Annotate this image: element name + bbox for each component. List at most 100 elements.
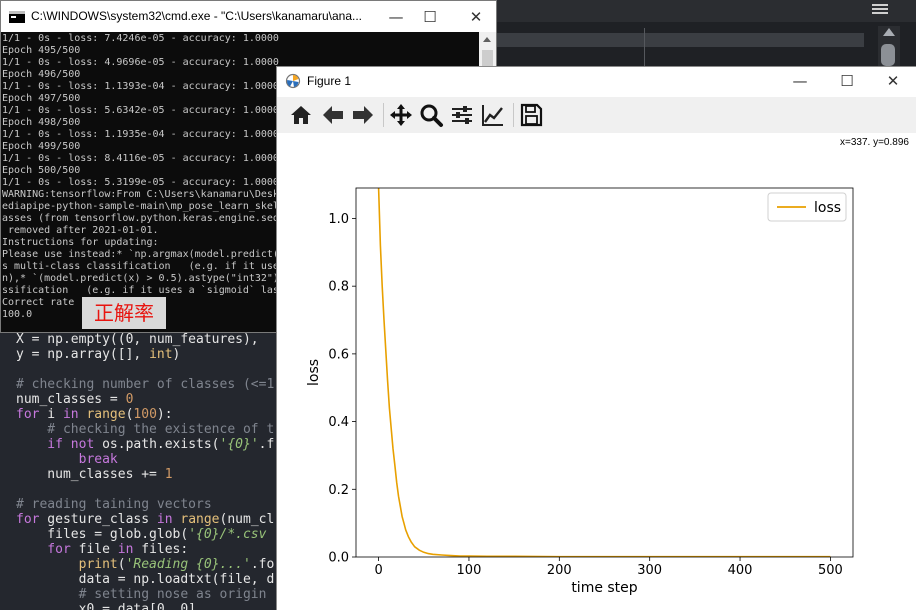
code-token: x0 = data[0, 0] <box>16 602 197 610</box>
code-token: gesture_class <box>39 512 157 527</box>
cmd-window-title: C:\WINDOWS\system32\cmd.exe - "C:\Users\… <box>31 9 363 23</box>
code-token: # checking number of classes (<=1 <box>16 377 275 392</box>
console-line: Epoch 499/500 <box>2 141 81 152</box>
code-token: for <box>16 542 71 557</box>
code-token: 0 <box>125 392 134 407</box>
accuracy-annotation-label: 正解率 <box>82 297 166 329</box>
code-token: in <box>156 512 173 527</box>
code-line: for i in range(100): <box>16 407 274 422</box>
console-line: 1/1 - 0s - loss: 8.4116e-05 - accuracy: … <box>2 153 279 164</box>
code-token: '{0}/*.csv <box>188 527 267 542</box>
code-line: break <box>16 452 274 467</box>
code-line: num_classes = 0 <box>16 392 274 407</box>
maximize-button[interactable]: ☐ <box>419 7 441 27</box>
code-token: os.path.exists( <box>94 437 220 452</box>
code-token: num_classes = <box>16 392 126 407</box>
code-token: .f <box>258 437 275 452</box>
x-tick-label: 0 <box>374 563 382 578</box>
code-token: # setting nose as origin <box>16 587 267 602</box>
console-line: 1/1 - 0s - loss: 7.4246e-05 - accuracy: … <box>2 33 279 44</box>
console-line: Epoch 496/500 <box>2 69 81 80</box>
console-line: Instructions for updating: <box>2 237 159 248</box>
code-token: file <box>70 542 118 557</box>
code-line: # checking the existence of t <box>16 422 274 437</box>
code-line: data = np.loadtxt(file, d <box>16 572 275 587</box>
code-token: .fo <box>250 557 275 572</box>
close-button[interactable]: ✕ <box>465 7 487 27</box>
console-line: 1/1 - 0s - loss: 5.3199e-05 - accuracy: … <box>2 177 279 188</box>
terminal-icon <box>9 11 25 23</box>
y-tick-label: 0.0 <box>328 551 349 566</box>
console-line: WARNING:tensorflow:From C:\Users\kanamar… <box>2 189 279 200</box>
code-token: 1 <box>164 467 173 482</box>
code-line: y = np.array([], int) <box>16 347 274 362</box>
code-token: # checking the existence of t <box>16 422 275 437</box>
code-token: in <box>117 542 134 557</box>
console-line: Epoch 495/500 <box>2 45 81 56</box>
code-line: # setting nose as origin <box>16 587 274 602</box>
code-token: 100 <box>133 407 157 422</box>
code-token: range <box>86 407 126 422</box>
code-line: for file in files: <box>16 542 274 557</box>
code-line: files = glob.glob('{0}/*.csv <box>16 527 274 542</box>
editor-divider <box>644 28 645 68</box>
code-token: ) <box>172 347 181 362</box>
y-tick-label: 1.0 <box>328 212 349 227</box>
console-line: Epoch 498/500 <box>2 117 81 128</box>
y-tick-label: 0.8 <box>328 280 349 295</box>
code-line: x0 = data[0, 0] <box>16 602 274 610</box>
code-line: X = np.empty((0, num_features), <box>16 332 274 347</box>
console-line: 1/1 - 0s - loss: 1.1393e-04 - accuracy: … <box>2 81 279 92</box>
console-line: Epoch 497/500 <box>2 93 81 104</box>
code-line: if not os.path.exists('{0}'.f <box>16 437 274 452</box>
code-token: files = glob.glob( <box>16 527 189 542</box>
code-token: '{0}' <box>219 437 259 452</box>
code-token: files: <box>133 542 189 557</box>
console-line: s multi-class classification (e.g. if it… <box>2 261 279 272</box>
console-line: asses (from tensorflow.python.keras.engi… <box>2 213 279 224</box>
code-line: print('Reading {0}...'.fo <box>16 557 275 572</box>
y-tick-label: 0.2 <box>328 483 349 498</box>
scroll-up-arrow-icon[interactable] <box>483 37 491 42</box>
x-tick-label: 200 <box>547 563 572 578</box>
code-token: num_classes += <box>16 467 165 482</box>
minimize-button[interactable]: — <box>385 7 407 27</box>
code-token: for <box>16 512 40 527</box>
x-axis-label: time step <box>571 580 637 596</box>
x-tick-label: 400 <box>728 563 753 578</box>
console-lines: 1/1 - 0s - loss: 7.4246e-05 - accuracy: … <box>2 33 279 321</box>
code-token: # reading taining vectors <box>16 497 212 512</box>
code-line: # checking number of classes (<=1 <box>16 377 274 392</box>
code-line: for gesture_class in range(num_cl <box>16 512 274 527</box>
x-tick-label: 500 <box>818 563 843 578</box>
console-line: removed after 2021-01-01. <box>2 225 159 236</box>
code-token: for <box>16 407 40 422</box>
plot-area <box>356 188 853 557</box>
console-line: 1/1 - 0s - loss: 5.6342e-05 - accuracy: … <box>2 105 279 116</box>
hamburger-menu-icon[interactable] <box>872 2 888 18</box>
code-token: if not <box>16 437 95 452</box>
x-tick-label: 100 <box>457 563 482 578</box>
y-tick-label: 0.6 <box>328 347 349 362</box>
legend-label: loss <box>814 200 841 216</box>
editor-scrollbar-thumb[interactable] <box>881 44 895 66</box>
cmd-titlebar[interactable]: C:\WINDOWS\system32\cmd.exe - "C:\Users\… <box>1 1 496 32</box>
y-tick-label: 0.4 <box>328 415 349 430</box>
console-line: ssification (e.g. if it uses a `sigmoid`… <box>2 285 279 296</box>
editor-top-bar <box>496 0 916 22</box>
code-token: data = np.loadtxt(file, d <box>16 572 275 587</box>
code-token: print <box>16 557 118 572</box>
code-line: # reading taining vectors <box>16 497 274 512</box>
code-area[interactable]: X = np.empty((0, num_features), y = np.a… <box>0 332 276 610</box>
editor-tab-strip <box>496 33 864 47</box>
scroll-up-arrow-icon[interactable] <box>883 28 895 36</box>
loss-plot: 0 100 200 300 400 500 0.0 0.2 0.4 0.6 0.8 1.0 time s… <box>306 187 854 596</box>
code-lines: X = np.empty((0, num_features), y = np.a… <box>16 332 274 610</box>
code-token: range <box>180 512 220 527</box>
code-token: int <box>149 347 173 362</box>
figure-window[interactable]: Figure 1 — ☐ ✕ x=337. y=0.896 0 100 200 … <box>276 66 916 610</box>
code-token: i <box>39 407 63 422</box>
code-line: num_classes += 1 <box>16 467 274 482</box>
